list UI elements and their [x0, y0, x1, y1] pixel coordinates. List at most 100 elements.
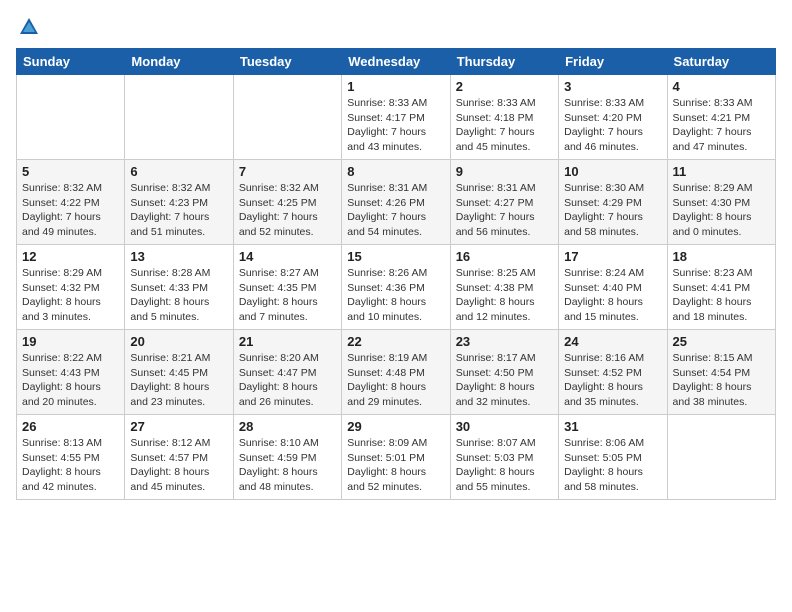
calendar-week-row: 12Sunrise: 8:29 AMSunset: 4:32 PMDayligh… — [17, 245, 776, 330]
day-info: Sunrise: 8:29 AMSunset: 4:32 PMDaylight:… — [22, 266, 119, 325]
calendar-cell: 30Sunrise: 8:07 AMSunset: 5:03 PMDayligh… — [450, 415, 558, 500]
day-info: Sunrise: 8:22 AMSunset: 4:43 PMDaylight:… — [22, 351, 119, 410]
logo — [16, 16, 40, 38]
day-info: Sunrise: 8:27 AMSunset: 4:35 PMDaylight:… — [239, 266, 336, 325]
calendar-day-header: Tuesday — [233, 49, 341, 75]
day-number: 11 — [673, 164, 770, 179]
day-info: Sunrise: 8:30 AMSunset: 4:29 PMDaylight:… — [564, 181, 661, 240]
day-info: Sunrise: 8:31 AMSunset: 4:26 PMDaylight:… — [347, 181, 444, 240]
day-number: 9 — [456, 164, 553, 179]
day-info: Sunrise: 8:16 AMSunset: 4:52 PMDaylight:… — [564, 351, 661, 410]
calendar-day-header: Sunday — [17, 49, 125, 75]
calendar-cell: 15 Sunrise: 8:26 AMSunset: 4:36 PMDayligh… — [342, 245, 450, 330]
day-number: 31 — [564, 419, 661, 434]
day-info: Sunrise: 8:32 AMSunset: 4:22 PMDaylight:… — [22, 181, 119, 240]
day-info: Sunrise: 8:28 AMSunset: 4:33 PMDaylight:… — [130, 266, 227, 325]
day-info: Sunrise: 8:26 AMSunset: 4:36 PMDaylight:… — [347, 266, 444, 325]
calendar-cell — [17, 75, 125, 160]
day-number: 26 — [22, 419, 119, 434]
calendar-cell: 29 Sunrise: 8:09 AMSunset: 5:01 PMDayligh… — [342, 415, 450, 500]
calendar-cell: 4 Sunrise: 8:33 AMSunset: 4:21 PMDaylight… — [667, 75, 775, 160]
calendar-cell: 23Sunrise: 8:17 AMSunset: 4:50 PMDayligh… — [450, 330, 558, 415]
calendar-day-header: Wednesday — [342, 49, 450, 75]
day-info: Sunrise: 8:13 AMSunset: 4:55 PMDaylight:… — [22, 436, 119, 495]
day-number: 17 — [564, 249, 661, 264]
calendar-cell: 18 Sunrise: 8:23 AMSunset: 4:41 PMDayligh… — [667, 245, 775, 330]
day-info: Sunrise: 8:06 AMSunset: 5:05 PMDaylight:… — [564, 436, 661, 495]
calendar-day-header: Friday — [559, 49, 667, 75]
day-number: 20 — [130, 334, 227, 349]
calendar-cell: 2Sunrise: 8:33 AMSunset: 4:18 PMDaylight… — [450, 75, 558, 160]
day-info: Sunrise: 8:19 AMSunset: 4:48 PMDaylight:… — [347, 351, 444, 410]
calendar-day-header: Saturday — [667, 49, 775, 75]
day-number: 13 — [130, 249, 227, 264]
calendar-cell: 31 Sunrise: 8:06 AMSunset: 5:05 PMDayligh… — [559, 415, 667, 500]
day-number: 1 — [347, 79, 444, 94]
calendar-cell: 7 Sunrise: 8:32 AMSunset: 4:25 PMDaylight… — [233, 160, 341, 245]
day-info: Sunrise: 8:32 AMSunset: 4:23 PMDaylight:… — [130, 181, 227, 240]
calendar-cell — [233, 75, 341, 160]
calendar-cell: 17 Sunrise: 8:24 AMSunset: 4:40 PMDayligh… — [559, 245, 667, 330]
calendar-cell: 26 Sunrise: 8:13 AMSunset: 4:55 PMDayligh… — [17, 415, 125, 500]
day-number: 2 — [456, 79, 553, 94]
day-info: Sunrise: 8:23 AMSunset: 4:41 PMDaylight:… — [673, 266, 770, 325]
day-number: 27 — [130, 419, 227, 434]
calendar-week-row: 19 Sunrise: 8:22 AMSunset: 4:43 PMDayligh… — [17, 330, 776, 415]
day-info: Sunrise: 8:24 AMSunset: 4:40 PMDaylight:… — [564, 266, 661, 325]
calendar-cell — [125, 75, 233, 160]
calendar-cell: 6 Sunrise: 8:32 AMSunset: 4:23 PMDaylight… — [125, 160, 233, 245]
day-info: Sunrise: 8:21 AMSunset: 4:45 PMDaylight:… — [130, 351, 227, 410]
calendar-cell: 25 Sunrise: 8:15 AMSunset: 4:54 PMDayligh… — [667, 330, 775, 415]
day-info: Sunrise: 8:33 AMSunset: 4:21 PMDaylight:… — [673, 96, 770, 155]
calendar-cell: 14 Sunrise: 8:27 AMSunset: 4:35 PMDayligh… — [233, 245, 341, 330]
calendar-week-row: 26 Sunrise: 8:13 AMSunset: 4:55 PMDayligh… — [17, 415, 776, 500]
calendar-cell: 11 Sunrise: 8:29 AMSunset: 4:30 PMDayligh… — [667, 160, 775, 245]
calendar-cell: 12Sunrise: 8:29 AMSunset: 4:32 PMDayligh… — [17, 245, 125, 330]
calendar-cell: 1Sunrise: 8:33 AMSunset: 4:17 PMDaylight… — [342, 75, 450, 160]
day-number: 21 — [239, 334, 336, 349]
day-number: 10 — [564, 164, 661, 179]
calendar-cell: 3 Sunrise: 8:33 AMSunset: 4:20 PMDaylight… — [559, 75, 667, 160]
calendar-table: SundayMondayTuesdayWednesdayThursdayFrid… — [16, 48, 776, 500]
day-number: 4 — [673, 79, 770, 94]
logo-icon — [18, 16, 40, 38]
calendar-cell: 9 Sunrise: 8:31 AMSunset: 4:27 PMDaylight… — [450, 160, 558, 245]
day-number: 25 — [673, 334, 770, 349]
day-info: Sunrise: 8:32 AMSunset: 4:25 PMDaylight:… — [239, 181, 336, 240]
day-number: 3 — [564, 79, 661, 94]
day-number: 29 — [347, 419, 444, 434]
day-number: 19 — [22, 334, 119, 349]
day-info: Sunrise: 8:15 AMSunset: 4:54 PMDaylight:… — [673, 351, 770, 410]
calendar-cell: 22 Sunrise: 8:19 AMSunset: 4:48 PMDayligh… — [342, 330, 450, 415]
day-number: 15 — [347, 249, 444, 264]
day-number: 16 — [456, 249, 553, 264]
day-number: 8 — [347, 164, 444, 179]
calendar-cell: 16 Sunrise: 8:25 AMSunset: 4:38 PMDayligh… — [450, 245, 558, 330]
calendar-header-row: SundayMondayTuesdayWednesdayThursdayFrid… — [17, 49, 776, 75]
day-info: Sunrise: 8:33 AMSunset: 4:20 PMDaylight:… — [564, 96, 661, 155]
day-info: Sunrise: 8:09 AMSunset: 5:01 PMDaylight:… — [347, 436, 444, 495]
calendar-cell: 20 Sunrise: 8:21 AMSunset: 4:45 PMDayligh… — [125, 330, 233, 415]
day-info: Sunrise: 8:10 AMSunset: 4:59 PMDaylight:… — [239, 436, 336, 495]
day-number: 6 — [130, 164, 227, 179]
day-info: Sunrise: 8:25 AMSunset: 4:38 PMDaylight:… — [456, 266, 553, 325]
calendar-week-row: 5Sunrise: 8:32 AMSunset: 4:22 PMDaylight… — [17, 160, 776, 245]
calendar-cell: 13 Sunrise: 8:28 AMSunset: 4:33 PMDayligh… — [125, 245, 233, 330]
day-info: Sunrise: 8:29 AMSunset: 4:30 PMDaylight:… — [673, 181, 770, 240]
calendar-cell: 8 Sunrise: 8:31 AMSunset: 4:26 PMDaylight… — [342, 160, 450, 245]
day-info: Sunrise: 8:20 AMSunset: 4:47 PMDaylight:… — [239, 351, 336, 410]
day-info: Sunrise: 8:17 AMSunset: 4:50 PMDaylight:… — [456, 351, 553, 410]
calendar-cell: 27 Sunrise: 8:12 AMSunset: 4:57 PMDayligh… — [125, 415, 233, 500]
day-info: Sunrise: 8:07 AMSunset: 5:03 PMDaylight:… — [456, 436, 553, 495]
calendar-cell: 28Sunrise: 8:10 AMSunset: 4:59 PMDayligh… — [233, 415, 341, 500]
day-number: 14 — [239, 249, 336, 264]
day-number: 24 — [564, 334, 661, 349]
day-number: 7 — [239, 164, 336, 179]
calendar-week-row: 1Sunrise: 8:33 AMSunset: 4:17 PMDaylight… — [17, 75, 776, 160]
day-info: Sunrise: 8:31 AMSunset: 4:27 PMDaylight:… — [456, 181, 553, 240]
day-number: 18 — [673, 249, 770, 264]
day-number: 22 — [347, 334, 444, 349]
calendar-cell: 5Sunrise: 8:32 AMSunset: 4:22 PMDaylight… — [17, 160, 125, 245]
day-info: Sunrise: 8:12 AMSunset: 4:57 PMDaylight:… — [130, 436, 227, 495]
page-header — [16, 16, 776, 38]
